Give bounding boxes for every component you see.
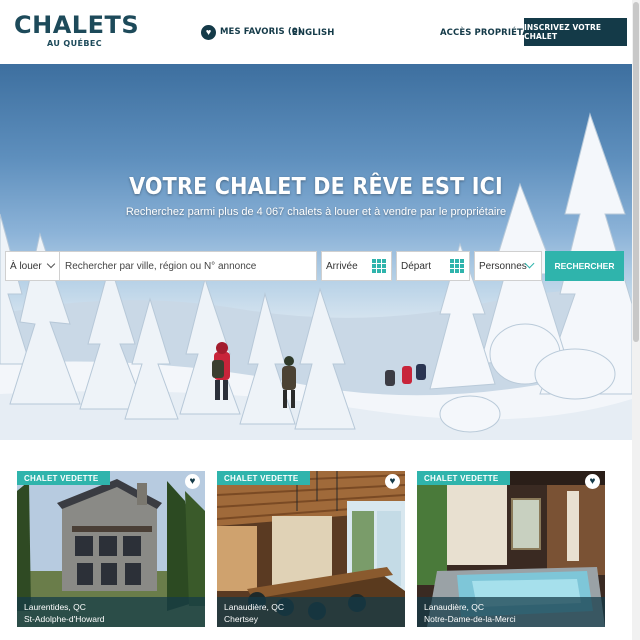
- register-chalet-button[interactable]: INSCRIVEZ VOTRE CHALET: [524, 18, 627, 46]
- arrival-date-field[interactable]: Arrivée: [321, 251, 392, 281]
- search-input[interactable]: Rechercher par ville, région ou N° annon…: [59, 251, 317, 281]
- page-scrollbar[interactable]: [632, 0, 640, 640]
- favorite-heart-icon[interactable]: ♥: [385, 474, 400, 489]
- favorite-heart-icon[interactable]: ♥: [585, 474, 600, 489]
- departure-date-placeholder: Départ: [401, 260, 432, 272]
- chevron-down-icon: [46, 259, 56, 269]
- chalet-town: Notre-Dame-de-la-Merci: [424, 614, 516, 624]
- hero-banner: VOTRE CHALET DE RÊVE EST ICI Recherchez …: [0, 64, 632, 440]
- listing-type-value: À louer: [10, 260, 42, 272]
- calendar-icon: [450, 259, 464, 273]
- site-header: CHALETS AU QUÉBEC ♥ MES FAVORIS (0) ENGL…: [0, 0, 640, 64]
- listing-type-select[interactable]: À louer: [5, 251, 60, 281]
- featured-badge: CHALET VEDETTE: [217, 471, 311, 485]
- persons-value: Personnes: [479, 260, 527, 272]
- favorites-link[interactable]: ♥ MES FAVORIS (0): [201, 24, 302, 40]
- featured-badge: CHALET VEDETTE: [417, 471, 511, 485]
- chalet-location-caption: Lanaudière, QC Notre-Dame-de-la-Merci: [417, 597, 605, 627]
- heart-icon: ♥: [201, 24, 216, 40]
- chalet-region: Lanaudière, QC: [424, 602, 485, 612]
- search-button[interactable]: RECHERCHER: [545, 251, 624, 281]
- site-logo[interactable]: CHALETS AU QUÉBEC: [14, 11, 140, 52]
- chalet-location-caption: Laurentides, QC St-Adolphe-d'Howard: [17, 597, 205, 627]
- departure-date-field[interactable]: Départ: [396, 251, 470, 281]
- persons-select[interactable]: Personnes: [474, 251, 542, 281]
- hero-title: VOTRE CHALET DE RÊVE EST ICI: [129, 174, 503, 200]
- hero-subtitle: Recherchez parmi plus de 4 067 chalets à…: [125, 206, 507, 218]
- featured-chalet-card[interactable]: CHALET VEDETTE ♥ Lanaudière, QC Chertsey: [217, 471, 405, 627]
- language-switch-link[interactable]: ENGLISH: [292, 28, 334, 38]
- favorites-label: MES FAVORIS (0): [220, 27, 302, 37]
- featured-chalet-card[interactable]: CHALET VEDETTE ♥ Laurentides, QC St-Adol…: [17, 471, 205, 627]
- chalet-region: Lanaudière, QC: [224, 602, 285, 612]
- featured-chalet-card[interactable]: CHALET VEDETTE ♥ Lanaudière, QC Notre-Da…: [417, 471, 605, 627]
- chalet-town: St-Adolphe-d'Howard: [24, 614, 105, 624]
- favorite-heart-icon[interactable]: ♥: [185, 474, 200, 489]
- featured-badge: CHALET VEDETTE: [17, 471, 111, 485]
- scrollbar-thumb[interactable]: [633, 2, 639, 342]
- logo-wordmark: CHALETS: [14, 11, 140, 39]
- search-input-placeholder: Rechercher par ville, région ou N° annon…: [65, 260, 257, 272]
- logo-subtitle: AU QUÉBEC: [47, 39, 103, 48]
- chalet-town: Chertsey: [224, 614, 259, 624]
- chalet-location-caption: Lanaudière, QC Chertsey: [217, 597, 405, 627]
- chalet-region: Laurentides, QC: [24, 602, 86, 612]
- arrival-date-placeholder: Arrivée: [326, 260, 358, 272]
- calendar-icon: [372, 259, 386, 273]
